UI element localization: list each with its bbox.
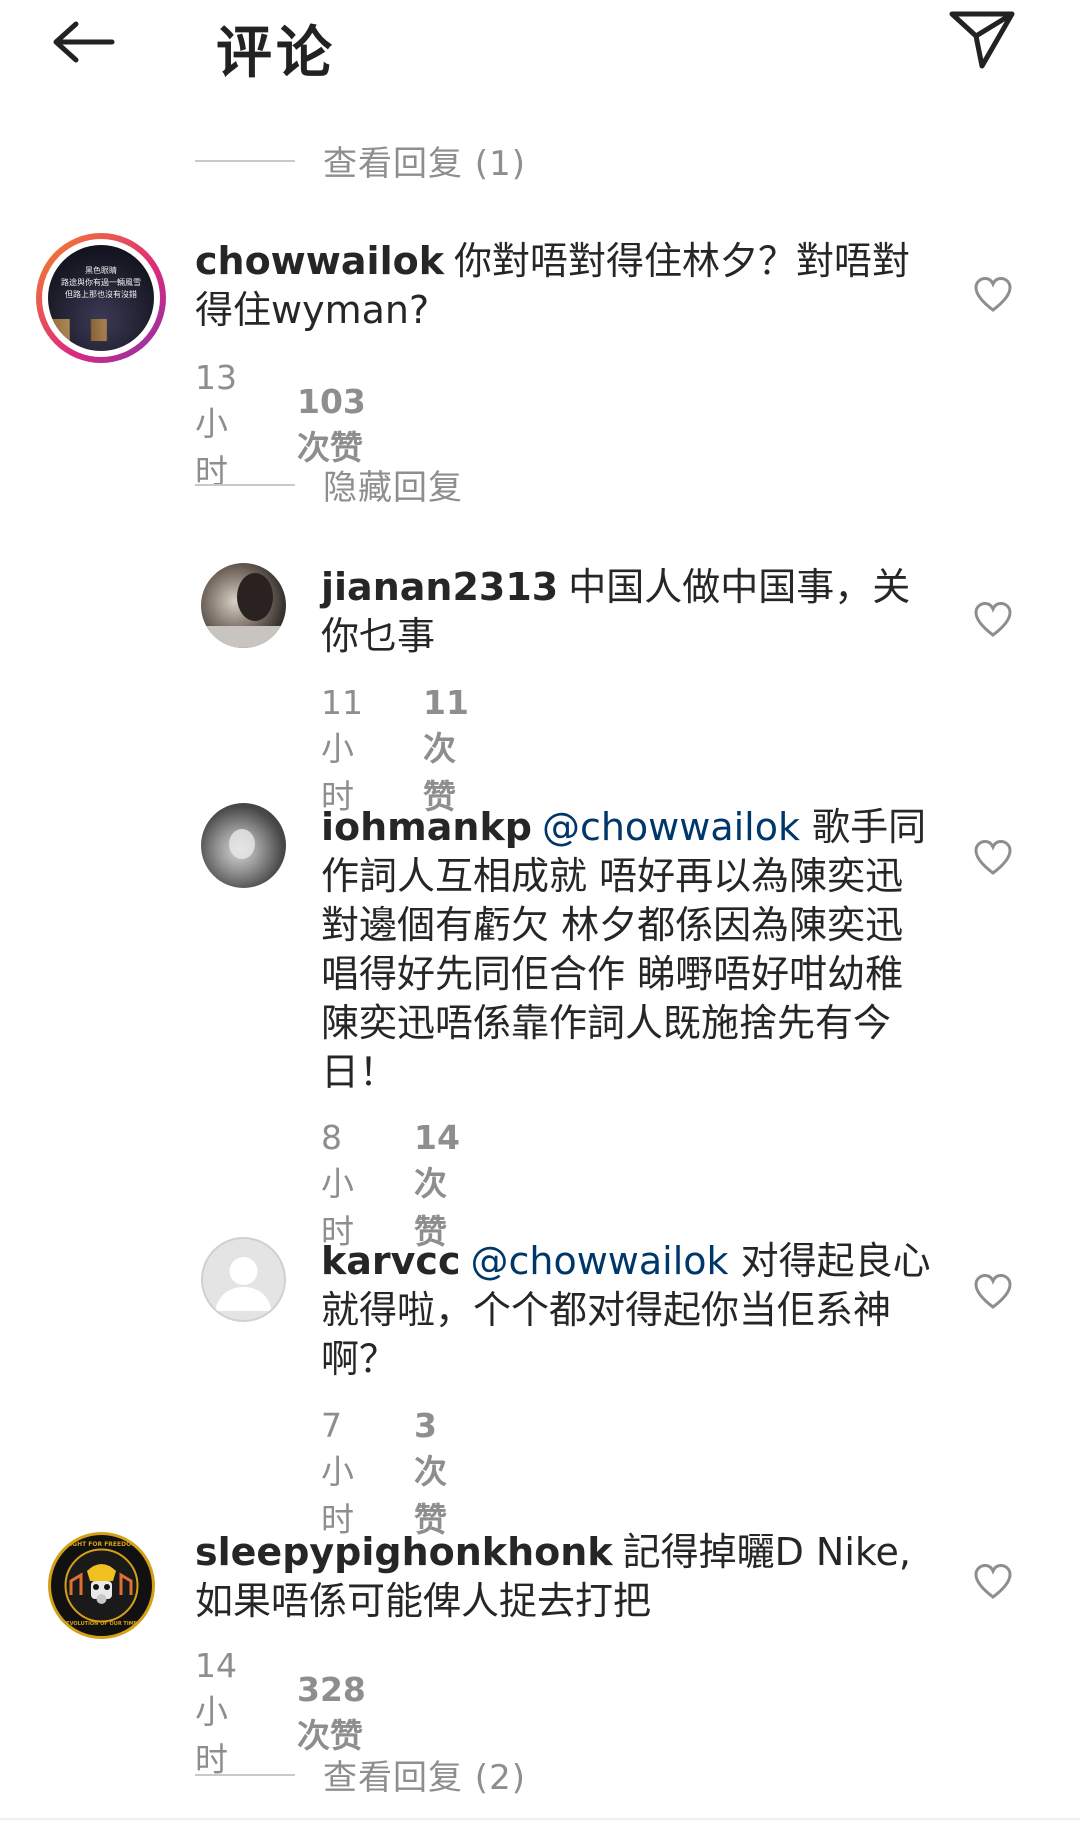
divider-line — [195, 159, 295, 162]
view-replies-link[interactable]: 查看回复 (1) — [195, 136, 526, 185]
avatar-text-top: FIGHT FOR FREEDOM — [65, 1541, 138, 1548]
comment-meta: 11小时 11次赞 — [321, 683, 469, 818]
comment-mention[interactable]: @chowwailok — [470, 1239, 728, 1283]
page-title: 评论 — [216, 21, 336, 86]
bottom-divider — [0, 1818, 1080, 1820]
heart-icon[interactable] — [973, 838, 1013, 878]
comment-time: 8小时 — [321, 1118, 354, 1251]
paper-plane-icon — [949, 11, 1015, 69]
heart-icon[interactable] — [973, 275, 1013, 315]
comment-body: chowwailok 你對唔對得住林夕？對唔對得住wyman? — [195, 237, 935, 335]
comment-likes[interactable]: 11次赞 — [423, 683, 469, 818]
top-bar: 评论 — [0, 0, 1080, 90]
view-replies-label: 查看回复 (1) — [323, 144, 526, 184]
comment-username[interactable]: karvcc — [321, 1239, 460, 1283]
comment-likes[interactable]: 3次赞 — [414, 1406, 447, 1541]
comment-username[interactable]: iohmankp — [321, 805, 532, 849]
back-button[interactable] — [48, 14, 118, 70]
avatar[interactable] — [201, 803, 286, 888]
divider-line — [195, 1773, 295, 1776]
avatar-text-1: 黑色眼睛 — [85, 266, 117, 275]
comment-time: 11小时 — [321, 683, 363, 816]
comment-body: iohmankp @chowwailok 歌手同作詞人互相成就 唔好再以為陳奕迅對… — [321, 803, 941, 1097]
comment-username[interactable]: sleepypighonkhonk — [195, 1530, 613, 1574]
comment-meta: 8小时 14次赞 — [321, 1118, 460, 1253]
hide-replies-label: 隐藏回复 — [323, 468, 463, 508]
comment-likes[interactable]: 103次赞 — [297, 382, 366, 469]
avatar[interactable] — [201, 563, 286, 648]
comment-time: 7小时 — [321, 1406, 354, 1539]
view-replies-label: 查看回复 (2) — [323, 1758, 526, 1798]
heart-icon[interactable] — [973, 600, 1013, 640]
comment-mention[interactable]: @chowwailok — [542, 805, 800, 849]
comment-username[interactable]: chowwailok — [195, 239, 444, 283]
comment-likes[interactable]: 328次赞 — [297, 1670, 366, 1757]
avatar-text-3: 但路上那也沒有沒錯 — [65, 290, 137, 299]
default-avatar-icon — [215, 1257, 272, 1311]
comment-username[interactable]: jianan2313 — [321, 565, 558, 609]
comment-body: karvcc @chowwailok 对得起良心就得啦，个个都对得起你当佢系神啊？ — [321, 1237, 941, 1384]
avatar-text-bottom: REVOLUTION OF OUR TIMES — [62, 1621, 141, 1627]
comment-body: jianan2313 中国人做中国事，关你乜事 — [321, 563, 941, 661]
avatar-text-2: 路途與你有過一輛風雪 — [61, 278, 141, 287]
view-replies-link[interactable]: 查看回复 (2) — [195, 1750, 526, 1799]
arrow-left-icon — [53, 21, 115, 63]
heart-icon[interactable] — [973, 1272, 1013, 1312]
heart-icon[interactable] — [973, 1562, 1013, 1602]
divider-line — [195, 483, 295, 486]
avatar[interactable]: FIGHT FOR FREEDOM REVOLUTION OF OUR TIME… — [48, 1532, 155, 1639]
comment-likes[interactable]: 14次赞 — [414, 1118, 460, 1253]
comment-body: sleepypighonkhonk 記得掉曬D Nike, 如果唔係可能俾人捉去打… — [195, 1528, 940, 1626]
hide-replies-link[interactable]: 隐藏回复 — [195, 460, 463, 509]
share-button[interactable] — [944, 6, 1020, 74]
avatar[interactable]: 黑色眼睛 路途與你有過一輛風雪 但路上那也沒有沒錯 — [36, 233, 166, 363]
comment-meta: 7小时 3次赞 — [321, 1406, 447, 1541]
avatar[interactable] — [201, 1237, 286, 1322]
